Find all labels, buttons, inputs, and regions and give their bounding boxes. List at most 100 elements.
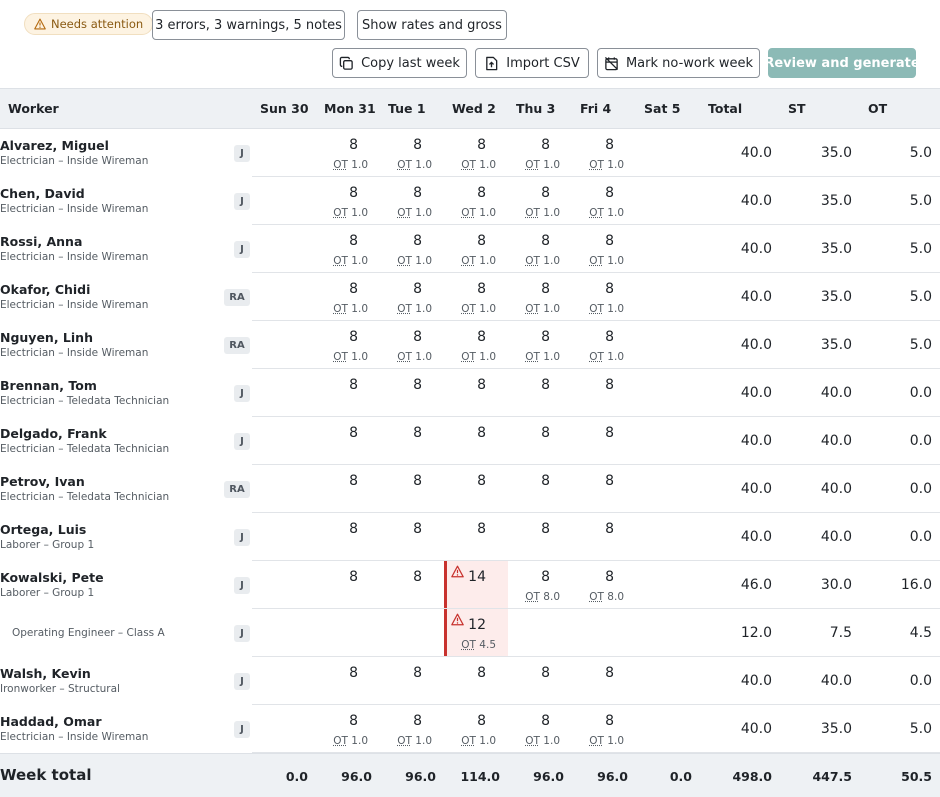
hours-cell[interactable]: 8: [316, 513, 380, 561]
apprentice-status-tag[interactable]: J: [234, 625, 250, 642]
hours-cell[interactable]: 8: [444, 465, 508, 513]
hours-cell[interactable]: [636, 369, 700, 417]
hours-cell[interactable]: [252, 129, 316, 177]
hours-cell[interactable]: 12 OT 4.5: [444, 609, 508, 657]
hours-cell[interactable]: 8: [572, 513, 636, 561]
hours-cell[interactable]: [572, 609, 636, 657]
hours-cell[interactable]: 8: [508, 369, 572, 417]
hours-cell[interactable]: [316, 609, 380, 657]
hours-cell[interactable]: [252, 561, 316, 609]
apprentice-status-tag[interactable]: J: [234, 721, 250, 738]
hours-cell[interactable]: [252, 465, 316, 513]
hours-cell[interactable]: 8: [444, 657, 508, 705]
hours-cell[interactable]: [636, 609, 700, 657]
hours-cell[interactable]: 8 OT 1.0: [380, 225, 444, 273]
hours-cell[interactable]: [252, 609, 316, 657]
hours-cell[interactable]: 8: [380, 465, 444, 513]
hours-cell[interactable]: 8 OT 1.0: [508, 321, 572, 369]
hours-cell[interactable]: 8: [316, 465, 380, 513]
apprentice-status-tag[interactable]: J: [234, 241, 250, 258]
hours-cell[interactable]: [636, 417, 700, 465]
hours-cell[interactable]: 8 OT 1.0: [572, 129, 636, 177]
hours-cell[interactable]: 8: [572, 417, 636, 465]
hours-cell[interactable]: 8 OT 1.0: [380, 705, 444, 753]
hours-cell[interactable]: 8: [380, 561, 444, 609]
hours-cell[interactable]: 8 OT 1.0: [316, 225, 380, 273]
issues-summary-button[interactable]: 3 errors, 3 warnings, 5 notes: [152, 10, 345, 40]
import-csv-button[interactable]: Import CSV: [475, 48, 589, 78]
hours-cell[interactable]: [252, 177, 316, 225]
apprentice-status-tag[interactable]: J: [234, 433, 250, 450]
hours-cell[interactable]: [508, 609, 572, 657]
hours-cell[interactable]: 8: [444, 513, 508, 561]
apprentice-status-tag[interactable]: J: [234, 385, 250, 402]
hours-cell[interactable]: 8 OT 1.0: [508, 225, 572, 273]
hours-cell[interactable]: 8: [572, 657, 636, 705]
copy-last-week-button[interactable]: Copy last week: [332, 48, 467, 78]
hours-cell[interactable]: 8 OT 1.0: [572, 273, 636, 321]
hours-cell[interactable]: 8 OT 1.0: [572, 705, 636, 753]
hours-cell[interactable]: 8 OT 1.0: [444, 321, 508, 369]
hours-cell[interactable]: [252, 225, 316, 273]
hours-cell[interactable]: [252, 513, 316, 561]
hours-cell[interactable]: 8: [572, 465, 636, 513]
hours-cell[interactable]: 8: [508, 657, 572, 705]
hours-cell[interactable]: [636, 705, 700, 753]
hours-cell[interactable]: 8 OT 1.0: [508, 705, 572, 753]
hours-cell[interactable]: 8: [380, 657, 444, 705]
hours-cell[interactable]: 8: [380, 417, 444, 465]
hours-cell[interactable]: [252, 657, 316, 705]
hours-cell[interactable]: 8 OT 1.0: [572, 321, 636, 369]
hours-cell[interactable]: [252, 417, 316, 465]
hours-cell[interactable]: 8 OT 1.0: [380, 129, 444, 177]
hours-cell[interactable]: [636, 465, 700, 513]
review-and-generate-button[interactable]: Review and generate: [764, 48, 920, 78]
hours-cell[interactable]: 8 OT 1.0: [572, 177, 636, 225]
hours-cell[interactable]: [636, 657, 700, 705]
hours-cell[interactable]: 8 OT 1.0: [316, 705, 380, 753]
hours-cell[interactable]: [636, 321, 700, 369]
hours-cell[interactable]: 8: [316, 369, 380, 417]
apprentice-status-tag[interactable]: RA: [224, 289, 250, 306]
hours-cell[interactable]: [636, 177, 700, 225]
hours-cell[interactable]: 8 OT 8.0: [572, 561, 636, 609]
hours-cell[interactable]: [252, 705, 316, 753]
hours-cell[interactable]: [636, 129, 700, 177]
hours-cell[interactable]: [636, 225, 700, 273]
hours-cell[interactable]: [636, 273, 700, 321]
hours-cell[interactable]: 8 OT 1.0: [316, 177, 380, 225]
hours-cell[interactable]: 8 OT 1.0: [444, 177, 508, 225]
hours-cell[interactable]: [252, 273, 316, 321]
hours-cell[interactable]: 8 OT 1.0: [508, 177, 572, 225]
hours-cell[interactable]: [252, 369, 316, 417]
hours-cell[interactable]: 8: [316, 417, 380, 465]
apprentice-status-tag[interactable]: J: [234, 577, 250, 594]
hours-cell[interactable]: 8 OT 1.0: [316, 321, 380, 369]
hours-cell[interactable]: [380, 609, 444, 657]
hours-cell[interactable]: 8 OT 1.0: [380, 321, 444, 369]
apprentice-status-tag[interactable]: RA: [224, 481, 250, 498]
hours-cell[interactable]: 8: [380, 513, 444, 561]
hours-cell[interactable]: 8 OT 1.0: [444, 225, 508, 273]
hours-cell[interactable]: 8 OT 1.0: [508, 129, 572, 177]
hours-cell[interactable]: 14: [444, 561, 508, 609]
hours-cell[interactable]: [636, 561, 700, 609]
show-rates-toggle[interactable]: Show rates and gross: [357, 10, 507, 40]
hours-cell[interactable]: 8: [316, 657, 380, 705]
hours-cell[interactable]: 8 OT 1.0: [572, 225, 636, 273]
hours-cell[interactable]: 8 OT 1.0: [444, 129, 508, 177]
hours-cell[interactable]: 8: [444, 417, 508, 465]
apprentice-status-tag[interactable]: J: [234, 673, 250, 690]
hours-cell[interactable]: 8 OT 1.0: [444, 705, 508, 753]
hours-cell[interactable]: 8: [316, 561, 380, 609]
hours-cell[interactable]: 8: [508, 417, 572, 465]
hours-cell[interactable]: 8: [508, 465, 572, 513]
hours-cell[interactable]: 8 OT 8.0: [508, 561, 572, 609]
hours-cell[interactable]: 8: [508, 513, 572, 561]
hours-cell[interactable]: 8: [380, 369, 444, 417]
apprentice-status-tag[interactable]: J: [234, 145, 250, 162]
apprentice-status-tag[interactable]: J: [234, 193, 250, 210]
hours-cell[interactable]: 8 OT 1.0: [380, 273, 444, 321]
apprentice-status-tag[interactable]: J: [234, 529, 250, 546]
hours-cell[interactable]: [252, 321, 316, 369]
